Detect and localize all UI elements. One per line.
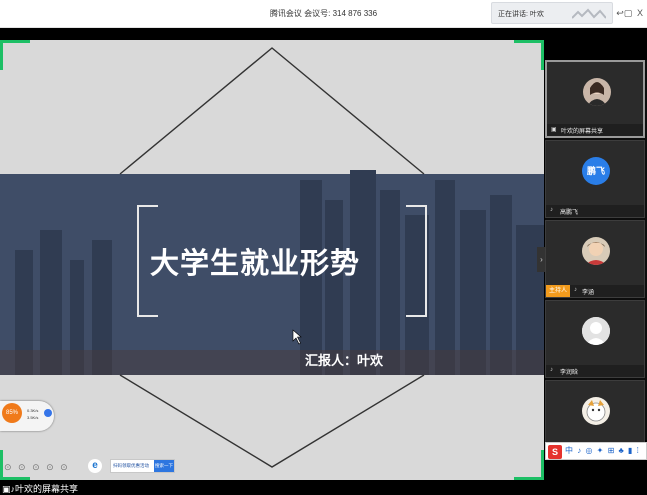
diamond-top-line — [119, 47, 425, 175]
participant-tile[interactable]: ▣ 叶欢的屏幕共享 — [545, 60, 645, 138]
search-ad[interactable]: 扫码领取优惠活动 搜索一下 — [110, 459, 175, 473]
speaking-indicator: 正在讲话: 叶欢 — [491, 2, 613, 24]
participant-name: 李涵 — [582, 290, 595, 296]
screen-share-status: ▣♪叶欢的屏幕共享 — [2, 484, 79, 494]
participant-tile[interactable]: ♪ 李润晗 — [545, 300, 645, 378]
participant-name: 叶欢的屏幕共享 — [561, 129, 604, 135]
participant-name: 李润晗 — [560, 370, 579, 376]
host-badge: 主持人 — [546, 285, 571, 297]
browser-icon[interactable]: e — [88, 459, 102, 473]
participant-name-bar: 主持人 ♪ 李涵 — [546, 285, 644, 297]
sogou-logo-icon: S — [548, 445, 562, 459]
close-button[interactable]: X — [634, 6, 646, 20]
diamond-bottom-line — [119, 374, 425, 468]
audio-wave-icon — [572, 8, 606, 19]
share-corner-bottom-right — [514, 450, 544, 480]
window-icon[interactable]: ▢ — [622, 6, 634, 20]
mic-muted-icon: ♪ — [550, 207, 553, 213]
participant-name-bar: ♪ 高鹏飞 — [546, 205, 644, 217]
status-bar: ▣♪叶欢的屏幕共享 — [0, 480, 647, 495]
slide-title: 大学生就业形势 — [150, 248, 361, 280]
participant-list: ▣ 叶欢的屏幕共享 鹏飞 ♪ 高鹏飞 主持人 ♪ 李涵 ♪ 李润晗 — [545, 60, 647, 458]
screen-share-icon: ▣ — [551, 127, 557, 133]
participant-tile[interactable]: 主持人 ♪ 李涵 — [545, 220, 645, 298]
participant-name-bar: ▣ 叶欢的屏幕共享 — [547, 124, 643, 136]
network-badge-icon — [44, 409, 52, 417]
search-ad-text: 扫码领取优惠活动 — [113, 463, 149, 468]
speaking-label: 正在讲话: 叶欢 — [498, 11, 544, 18]
share-corner-top-left — [0, 40, 30, 70]
input-method-bar[interactable]: S 中 ♪ ◎ ✦ ⊞ ♣ ▮ ⁞ — [545, 442, 647, 460]
share-corner-top-right — [514, 40, 544, 70]
avatar — [582, 237, 610, 265]
slide-presenter: 汇报人：叶欢 — [305, 353, 384, 368]
network-widget[interactable]: 85% 0.3K/s 3.5K/s — [0, 401, 54, 431]
avatar — [582, 397, 610, 425]
title-bar: 腾讯会议 会议号: 314 876 336 正在讲话: 叶欢 ↩ ▢ X — [0, 0, 647, 28]
avatar — [583, 78, 611, 106]
participant-tile[interactable]: 鹏飞 ♪ 高鹏飞 — [545, 140, 645, 218]
upload-speed: 0.3K/s — [27, 408, 39, 413]
mic-icon: ♪ — [574, 287, 577, 293]
screen-share-status-label: 叶欢的屏幕共享 — [15, 484, 79, 494]
mic-muted-icon: ♪ — [550, 367, 553, 373]
avatar: 鹏飞 — [582, 157, 610, 185]
input-method-tools[interactable]: 中 ♪ ◎ ✦ ⊞ ♣ ▮ ⁞ — [565, 445, 640, 456]
meeting-window: 腾讯会议 会议号: 314 876 336 正在讲话: 叶欢 ↩ ▢ X 大学生… — [0, 0, 647, 495]
download-speed: 3.5K/s — [27, 415, 39, 420]
network-percent: 85% — [2, 403, 22, 423]
participant-name: 高鹏飞 — [560, 210, 579, 216]
taskbar-icons[interactable]: ⊙ ⊙ ⊙ ⊙ ⊙ — [4, 462, 70, 473]
search-button[interactable]: 搜索一下 — [154, 460, 174, 472]
participant-name-bar: ♪ 李润晗 — [546, 365, 644, 377]
shared-screen: 大学生就业形势 汇报人：叶欢 — [0, 40, 544, 480]
avatar — [582, 317, 610, 345]
